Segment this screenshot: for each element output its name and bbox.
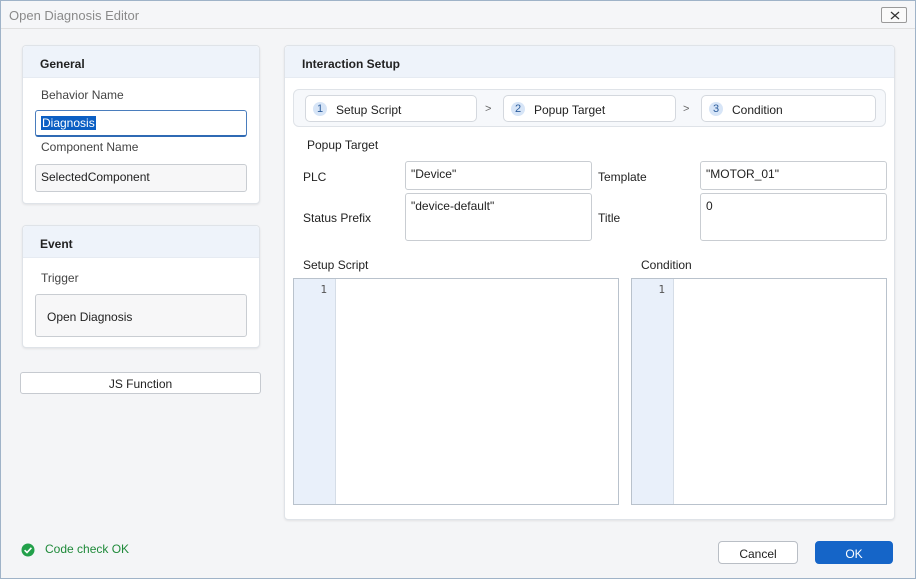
step-separator: > [485, 103, 492, 115]
trigger-field[interactable]: Open Diagnosis [35, 294, 247, 337]
step-navigator: 1 Setup Script > 2 Popup Target > 3 Cond… [293, 89, 886, 127]
behavior-name-value: Diagnosis [41, 116, 96, 130]
step-label: Condition [732, 103, 783, 117]
status-prefix-input[interactable]: "device-default" [405, 193, 592, 241]
status-text: Code check OK [45, 542, 130, 556]
setup-script-editor[interactable]: 1 [293, 278, 619, 505]
cancel-button[interactable]: Cancel [718, 541, 798, 564]
trigger-label: Trigger [41, 271, 79, 285]
line-number: 1 [320, 283, 327, 296]
trigger-value: Open Diagnosis [47, 310, 133, 324]
behavior-name-label: Behavior Name [41, 88, 124, 102]
status-prefix-label: Status Prefix [303, 211, 372, 225]
setup-script-label: Setup Script [303, 258, 369, 272]
title-input[interactable]: 0 [700, 193, 887, 241]
editor-dialog: Open Diagnosis Editor General Behavior N… [0, 0, 916, 579]
title-bar: Open Diagnosis Editor [1, 1, 915, 29]
template-label: Template [598, 170, 647, 184]
close-button[interactable] [881, 7, 907, 23]
step-label: Setup Script [336, 103, 402, 117]
condition-editor[interactable]: 1 [631, 278, 887, 505]
step-separator: > [683, 103, 690, 115]
step-condition[interactable]: 3 Condition [701, 95, 876, 122]
template-input[interactable]: "MOTOR_01" [700, 161, 887, 190]
general-header: General [23, 46, 259, 78]
step-number: 2 [511, 102, 525, 116]
line-number-gutter: 1 [294, 279, 336, 504]
event-panel: Event Trigger Open Diagnosis [22, 225, 260, 348]
step-popup-target[interactable]: 2 Popup Target [503, 95, 676, 122]
close-icon [890, 11, 900, 20]
window-title: Open Diagnosis Editor [9, 8, 140, 23]
line-number-gutter: 1 [632, 279, 674, 504]
plc-input[interactable]: "Device" [405, 161, 592, 190]
condition-label: Condition [641, 258, 692, 272]
event-header: Event [23, 226, 259, 258]
component-name-label: Component Name [41, 140, 139, 154]
step-label: Popup Target [534, 103, 606, 117]
step-number: 3 [709, 102, 723, 116]
behavior-name-input[interactable]: Diagnosis [35, 110, 247, 137]
step-number: 1 [313, 102, 327, 116]
js-function-button[interactable]: JS Function [20, 372, 261, 394]
plc-label: PLC [303, 170, 327, 184]
step-setup-script[interactable]: 1 Setup Script [305, 95, 477, 122]
line-number: 1 [658, 283, 665, 296]
component-name-field[interactable]: SelectedComponent [35, 164, 247, 192]
general-panel: General Behavior Name Diagnosis Componen… [22, 45, 260, 204]
check-circle-icon [21, 543, 35, 557]
title-label: Title [598, 211, 621, 225]
interaction-setup-header: Interaction Setup [285, 46, 894, 78]
popup-target-label: Popup Target [307, 138, 379, 152]
ok-button[interactable]: OK [815, 541, 893, 564]
